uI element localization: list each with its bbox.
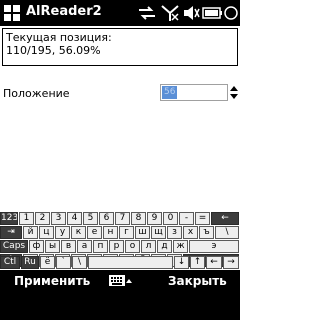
polozhenie-label: Положение [3, 87, 70, 100]
signal-off-icon[interactable] [160, 4, 180, 22]
ok-icon[interactable] [224, 4, 238, 22]
apply-softkey[interactable]: Применить [14, 274, 90, 288]
key-arrow-right[interactable]: → [223, 256, 239, 269]
key-letter[interactable]: щ [151, 226, 166, 239]
windows-start-icon[interactable] [2, 3, 22, 23]
spin-value-selected[interactable]: 56 [162, 86, 178, 99]
key-language[interactable]: Ru [21, 256, 39, 269]
key-letter[interactable]: д [157, 240, 172, 253]
title-bar: AlReader2 [0, 0, 240, 26]
key-3[interactable]: 3 [51, 212, 66, 225]
key-letter[interactable]: ж [173, 240, 188, 253]
position-info-box: Текущая позиция: 110/195, 56.09% [2, 28, 238, 66]
position-spin-input[interactable]: 56 [160, 84, 228, 101]
key-equals[interactable]: = [195, 212, 210, 225]
key-arrow-down[interactable]: ↓ [174, 256, 189, 269]
key-letter[interactable]: н [103, 226, 118, 239]
key-123[interactable]: 123 [0, 212, 18, 225]
key-letter[interactable]: л [141, 240, 156, 253]
volume-muted-icon[interactable] [182, 4, 200, 22]
key-letter[interactable]: ё [40, 256, 55, 269]
key-letter[interactable]: э [189, 240, 239, 253]
key-letter[interactable]: й [23, 226, 38, 239]
key-ctrl[interactable]: Ctl [0, 256, 20, 269]
key-tab[interactable]: ⇥ [0, 226, 22, 239]
key-7[interactable]: 7 [115, 212, 130, 225]
key-8[interactable]: 8 [131, 212, 146, 225]
softkey-bar: Применить Закрыть [0, 270, 240, 320]
key-5[interactable]: 5 [83, 212, 98, 225]
key-arrow-up[interactable]: ↑ [190, 256, 205, 269]
key-backtick[interactable]: ` [56, 256, 71, 269]
key-space[interactable] [88, 256, 173, 269]
keyboard-row-2: Caps ф ы в а п р о л д ж э [0, 240, 240, 253]
key-letter[interactable]: х [183, 226, 198, 239]
position-value: 110/195, 56.09% [6, 44, 101, 57]
spin-up-icon[interactable] [229, 84, 239, 92]
key-letter[interactable]: ъ [199, 226, 214, 239]
position-label: Текущая позиция: [6, 31, 112, 44]
key-letter[interactable]: у [55, 226, 70, 239]
key-backslash-2[interactable]: \ [72, 256, 87, 269]
key-letter[interactable]: к [71, 226, 86, 239]
key-arrow-left[interactable]: ← [206, 256, 222, 269]
key-backslash[interactable]: \ [215, 226, 239, 239]
key-letter[interactable]: р [109, 240, 124, 253]
keyboard-toggle-icon[interactable] [108, 272, 132, 290]
key-letter[interactable]: ц [39, 226, 54, 239]
sync-icon[interactable] [137, 4, 157, 22]
app-title: AlReader2 [26, 4, 102, 19]
key-letter[interactable]: ы [45, 240, 60, 253]
key-2[interactable]: 2 [35, 212, 50, 225]
key-letter[interactable]: г [119, 226, 134, 239]
key-letter[interactable]: п [93, 240, 108, 253]
battery-icon[interactable] [202, 4, 222, 22]
key-9[interactable]: 9 [147, 212, 162, 225]
key-6[interactable]: 6 [99, 212, 114, 225]
key-letter[interactable]: ф [29, 240, 44, 253]
keyboard-row-1: ⇥ й ц у к е н г ш щ з х ъ \ [0, 226, 240, 239]
key-backspace[interactable]: ← [211, 212, 239, 225]
key-1[interactable]: 1 [19, 212, 34, 225]
key-0[interactable]: 0 [163, 212, 178, 225]
key-letter[interactable]: е [87, 226, 102, 239]
keyboard-row-4: Ctl Ru ё ` \ ↓ ↑ ← → [0, 256, 240, 269]
keyboard-row-numbers: 123 1 2 3 4 5 6 7 8 9 0 - = ← [0, 212, 240, 225]
key-letter[interactable]: в [61, 240, 76, 253]
key-letter[interactable]: а [77, 240, 92, 253]
key-letter[interactable]: ш [135, 226, 150, 239]
close-softkey[interactable]: Закрыть [168, 274, 227, 288]
key-caps[interactable]: Caps [0, 240, 28, 253]
key-minus[interactable]: - [179, 212, 194, 225]
key-letter[interactable]: о [125, 240, 140, 253]
key-4[interactable]: 4 [67, 212, 82, 225]
spin-down-icon[interactable] [229, 93, 239, 101]
key-letter[interactable]: з [167, 226, 182, 239]
